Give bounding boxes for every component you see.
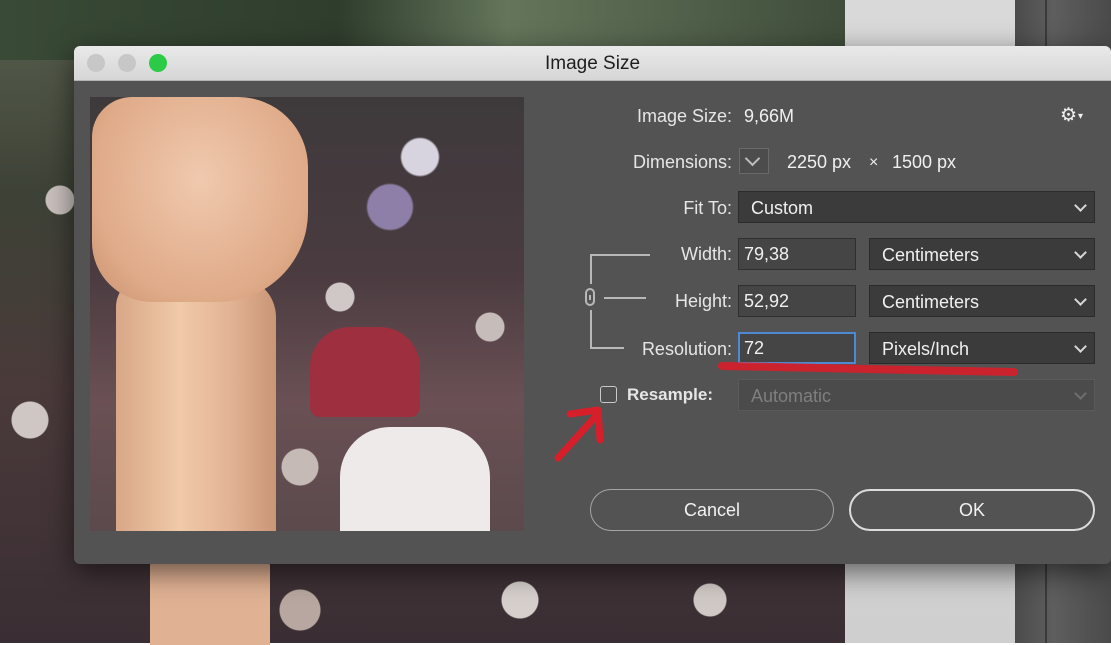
fit-to-label: Fit To: [683, 198, 732, 218]
width-label: Width: [680, 244, 732, 264]
height-unit-select[interactable]: Centimeters [869, 285, 1095, 317]
constrain-bracket-top-vertical [590, 254, 592, 284]
gear-icon: ⚙ [1060, 105, 1078, 126]
chevron-down-icon [1074, 246, 1087, 259]
background-arm [150, 560, 270, 645]
red-arrow-icon [554, 406, 604, 462]
image-size-form: Image Size: 9,66M ⚙▾ Dimensions: 2250 px… [74, 46, 1111, 564]
resample-method-value: Automatic [751, 386, 832, 406]
cancel-button[interactable]: Cancel [590, 489, 834, 531]
resolution-label: Resolution: [641, 339, 732, 359]
settings-menu-button[interactable]: ⚙▾ [1060, 104, 1088, 126]
constrain-bracket-bottom-vertical [590, 310, 592, 348]
caret-down-icon: ▾ [1078, 111, 1084, 122]
image-size-dialog: Image Size Image Size: 9,66M ⚙▾ Dimensio… [74, 46, 1111, 564]
resample-label[interactable]: Resample: [627, 385, 713, 405]
dimensions-label: Dimensions: [632, 152, 732, 172]
width-unit-value: Centimeters [882, 245, 980, 265]
fit-to-value: Custom [751, 198, 814, 218]
chevron-down-icon [1074, 199, 1087, 212]
width-input[interactable]: 79,38 [738, 238, 856, 270]
image-size-label: Image Size: [636, 106, 732, 126]
dimensions-width: 2250 px [787, 152, 852, 172]
chevron-down-icon [1074, 387, 1087, 400]
ok-button[interactable]: OK [849, 489, 1095, 531]
resample-method-select: Automatic [738, 379, 1095, 411]
fit-to-select[interactable]: Custom [738, 191, 1095, 223]
dimensions-separator: × [869, 154, 879, 171]
resolution-unit-value: Pixels/Inch [882, 339, 970, 359]
dimensions-height: 1500 px [892, 152, 957, 172]
image-size-value: 9,66M [744, 106, 795, 126]
dimensions-units-toggle[interactable] [739, 148, 769, 174]
chain-link-icon[interactable] [585, 288, 595, 306]
resolution-unit-select[interactable]: Pixels/Inch [869, 332, 1095, 364]
chevron-down-icon [744, 150, 761, 167]
chevron-down-icon [1074, 293, 1087, 306]
resolution-input[interactable]: 72 [738, 332, 856, 364]
height-input[interactable]: 52,92 [738, 285, 856, 317]
width-unit-select[interactable]: Centimeters [869, 238, 1095, 270]
height-unit-value: Centimeters [882, 292, 980, 312]
height-label: Height: [674, 291, 732, 311]
chevron-down-icon [1074, 340, 1087, 353]
